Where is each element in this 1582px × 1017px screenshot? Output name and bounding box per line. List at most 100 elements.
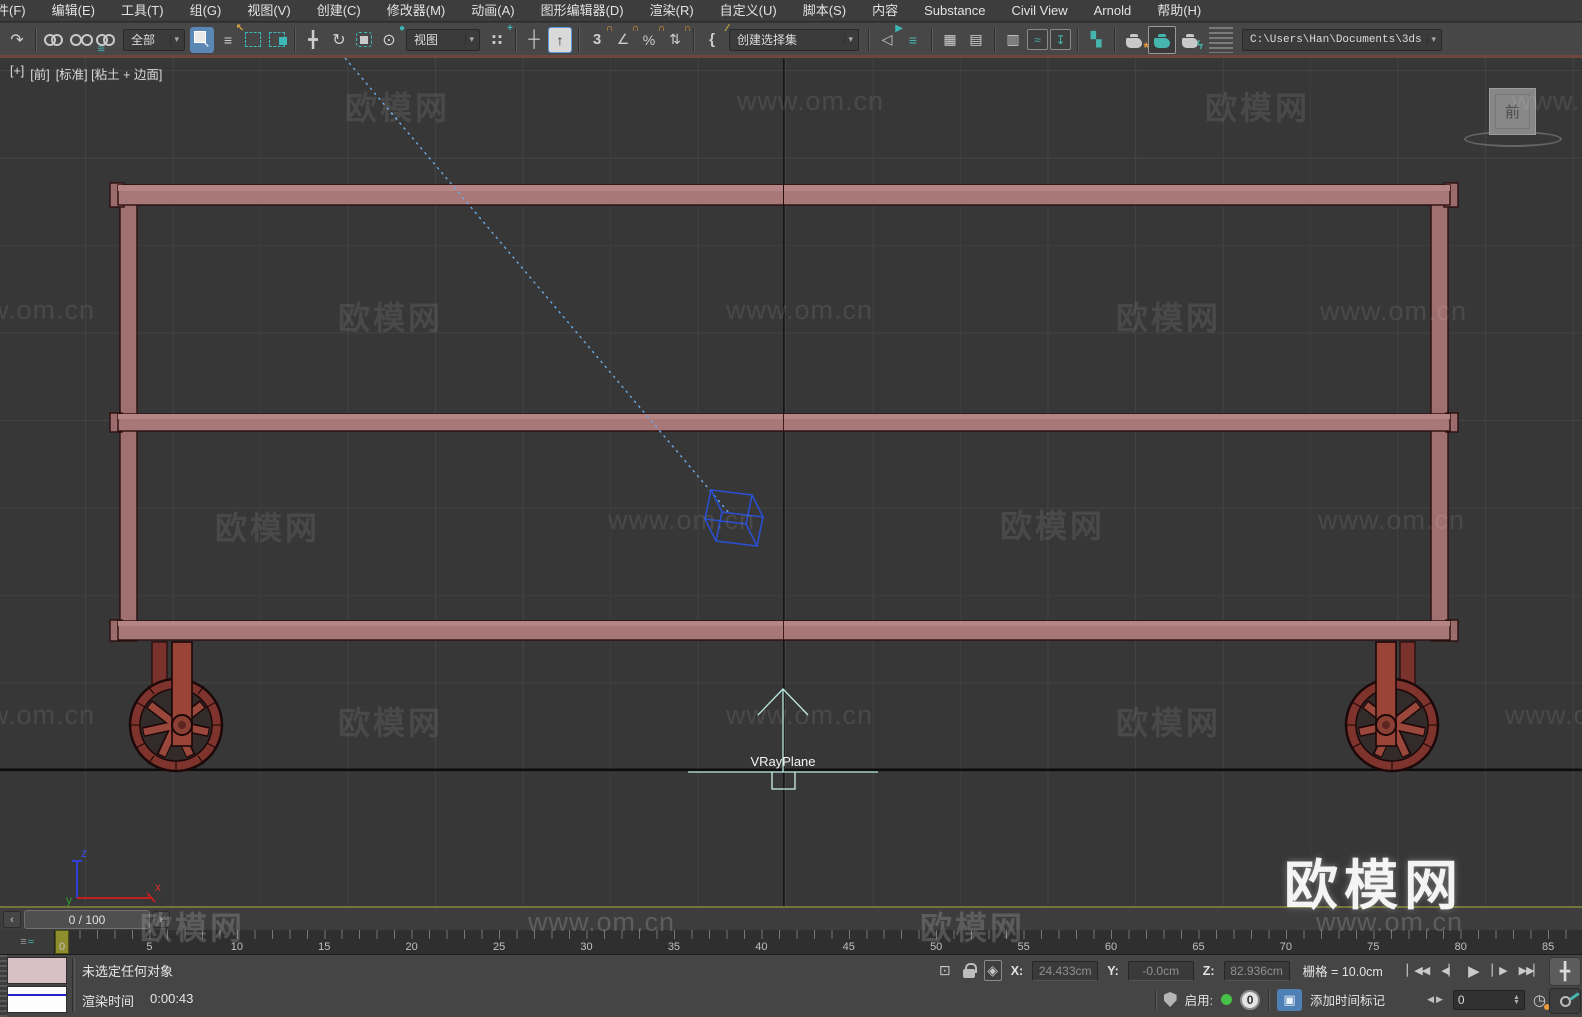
rectangular-selection-region-icon[interactable] <box>245 32 261 47</box>
render-production-icon[interactable]: ϟ <box>1177 27 1203 53</box>
goto-start-button[interactable]: ▏◀◀ <box>1402 960 1434 981</box>
render-setup-icon[interactable]: * <box>1121 27 1149 55</box>
scene-safety-shield-icon[interactable] <box>1163 992 1177 1007</box>
viewport-menu-general[interactable]: [+] <box>10 64 24 83</box>
menu-item[interactable]: 图形编辑器(D) <box>528 0 637 21</box>
frame-field-spinner[interactable]: ▲ ▼ <box>1513 994 1520 1006</box>
select-and-move-icon[interactable]: ╋ <box>301 27 325 53</box>
menu-item[interactable]: 视图(V) <box>234 0 303 21</box>
macro-recorder-mini[interactable] <box>7 957 67 984</box>
menu-item[interactable]: 工具(T) <box>108 0 177 21</box>
select-and-manipulate-icon[interactable]: ┼ <box>522 27 546 53</box>
align-icon[interactable]: ≡ <box>901 27 925 53</box>
selection-filter-dropdown[interactable]: 全部 ▾ <box>123 28 185 51</box>
toggle-ribbon-icon[interactable]: ▥ <box>1001 27 1025 53</box>
chevron-down-icon[interactable]: ▾ <box>1427 34 1439 45</box>
menu-item[interactable]: Substance <box>911 0 998 21</box>
use-pivot-point-center-icon[interactable]: ∷ + <box>485 23 513 53</box>
chevron-down-icon[interactable]: ▾ <box>170 34 182 45</box>
current-frame-field[interactable]: 0 ▲ ▼ <box>1452 989 1525 1010</box>
cart-rail-bottom[interactable] <box>109 619 1459 642</box>
time-slider-track[interactable]: ‹ 0 / 100 › <box>0 906 1582 930</box>
menu-item[interactable]: 帮助(H) <box>1144 0 1214 21</box>
frame-tick-label: 45 <box>842 941 855 953</box>
previous-frame-arrow[interactable]: ‹ <box>3 911 21 928</box>
viewport-menu-shading[interactable]: [标准] [粘土 + 边面] <box>56 64 163 83</box>
select-and-place-icon[interactable]: ⊙ ● <box>377 23 405 53</box>
absolute-mode-icon[interactable]: ◈ <box>983 960 1002 981</box>
window-crossing-toggle-icon[interactable] <box>269 32 287 47</box>
y-coord-field[interactable]: -0.0cm <box>1127 960 1194 981</box>
viewport-menu-pov[interactable]: [前] <box>30 64 49 83</box>
menu-item[interactable]: 修改器(M) <box>374 0 459 21</box>
menu-item[interactable]: 内容 <box>859 0 911 21</box>
viewcube[interactable]: 前 <box>1489 88 1536 135</box>
material-editor-icon[interactable]: ▚ <box>1084 27 1108 53</box>
next-frame-button[interactable]: ▏▶ <box>1487 960 1512 981</box>
time-slider-thumb[interactable]: 0 / 100 <box>24 910 150 929</box>
next-frame-arrow[interactable]: › <box>152 911 170 928</box>
menu-item[interactable]: 脚本(S) <box>790 0 859 21</box>
menu-item[interactable]: 组(G) <box>177 0 235 21</box>
named-selection-sets-dropdown[interactable]: 创建选择集 ▾ <box>729 28 859 51</box>
time-configuration-icon[interactable]: ◷ <box>1533 991 1550 1010</box>
select-and-link-icon[interactable] <box>42 27 66 53</box>
toggle-scene-explorer-icon[interactable]: ▦ <box>938 27 962 53</box>
time-tag-cube-icon[interactable]: ▣ <box>1277 988 1303 1011</box>
snaps-toggle-3d-icon[interactable]: 3 ∩ <box>585 23 613 53</box>
cart-rail-middle[interactable] <box>109 412 1459 433</box>
chevron-down-icon[interactable]: ▾ <box>844 34 856 45</box>
key-mode-toggle-button[interactable]: ╋ <box>1549 957 1581 986</box>
curve-editor-icon[interactable]: ≈ <box>1027 29 1048 50</box>
menu-item[interactable]: 文件(F) <box>0 0 39 21</box>
track-bar-options[interactable]: ≡≈ <box>0 930 55 954</box>
menu-item[interactable]: Civil View <box>999 0 1081 21</box>
maxscript-mini-listener[interactable] <box>7 986 67 1013</box>
edit-named-selection-sets-icon[interactable]: {∕ <box>700 23 728 53</box>
frame-spinner-arrows[interactable]: ◀▶ <box>1427 994 1445 1005</box>
menu-item[interactable]: 渲染(R) <box>637 0 707 21</box>
chevron-down-icon[interactable]: ▾ <box>465 34 477 45</box>
menu-item[interactable]: 创建(C) <box>304 0 374 21</box>
project-folder-dropdown[interactable]: C:\Users\Han\Documents\3ds Max 2022 ▾ <box>1242 28 1442 51</box>
curve-toggle-icon[interactable]: ≡≈ <box>20 936 33 948</box>
reference-coordinate-system-dropdown[interactable]: 视图 ▾ <box>406 28 480 51</box>
caster-left[interactable] <box>128 641 224 773</box>
previous-frame-button[interactable]: ◀▏ <box>1436 960 1461 981</box>
toggle-layer-explorer-icon[interactable]: ▤ <box>964 27 988 53</box>
unlink-selection-icon[interactable] <box>68 27 93 53</box>
play-button[interactable]: ▶ <box>1463 958 1485 984</box>
viewport-front[interactable]: VRayPlane z x y [+] [前] [标准] [粘土 + 边面] 前 <box>0 58 1582 906</box>
status-bar-grip[interactable] <box>0 955 7 1017</box>
keyboard-shortcut-override-icon[interactable]: ↑ <box>548 26 572 53</box>
menu-item[interactable]: 动画(A) <box>458 0 527 21</box>
x-coord-field[interactable]: 24.433cm <box>1032 960 1099 981</box>
isolate-selection-icon[interactable]: ⊡ <box>936 962 954 979</box>
select-object-icon[interactable]: ↖ <box>190 26 214 53</box>
goto-end-button[interactable]: ▶▶▏ <box>1514 960 1546 981</box>
track-bar[interactable]: ≡≈ 0 5 10 15 20 25 30 35 40 45 50 55 60 65 70 75 80 85 <box>0 930 1582 955</box>
listener-splitter[interactable] <box>72 958 75 1012</box>
cart-rail-top[interactable] <box>109 182 1459 208</box>
bind-to-space-warp-icon[interactable]: ≋ <box>94 27 118 55</box>
selection-lock-icon[interactable] <box>962 963 977 978</box>
select-by-name-icon[interactable]: ≡ ↖ <box>216 23 244 53</box>
select-and-rotate-icon[interactable]: ↻ <box>327 27 351 53</box>
schematic-view-icon[interactable]: ↧ <box>1050 29 1071 50</box>
select-and-scale-icon[interactable] <box>356 32 372 47</box>
menu-item[interactable]: 编辑(E) <box>39 0 108 21</box>
safe-scene-count-badge[interactable]: 0 <box>1240 989 1261 1010</box>
caster-right[interactable] <box>1344 641 1440 773</box>
rendered-frame-window-icon[interactable] <box>1149 26 1175 53</box>
set-key-button[interactable] <box>1549 988 1581 1014</box>
add-time-tag[interactable]: 添加时间标记 <box>1310 990 1385 1009</box>
angle-snap-icon[interactable]: ∠ ∩ <box>611 23 639 53</box>
toolbar-grip-icon[interactable] <box>1209 26 1233 53</box>
menu-item[interactable]: Arnold <box>1081 0 1145 21</box>
spinner-snap-icon[interactable]: ⇅ ∩ <box>663 23 691 53</box>
z-coord-field[interactable]: 82.936cm <box>1223 960 1290 981</box>
percent-snap-icon[interactable]: % ∩ <box>637 23 665 53</box>
menu-item[interactable]: 自定义(U) <box>707 0 790 21</box>
redo-icon[interactable]: ↷ <box>5 27 29 53</box>
mirror-icon[interactable]: ◁ ▶ <box>875 23 903 53</box>
